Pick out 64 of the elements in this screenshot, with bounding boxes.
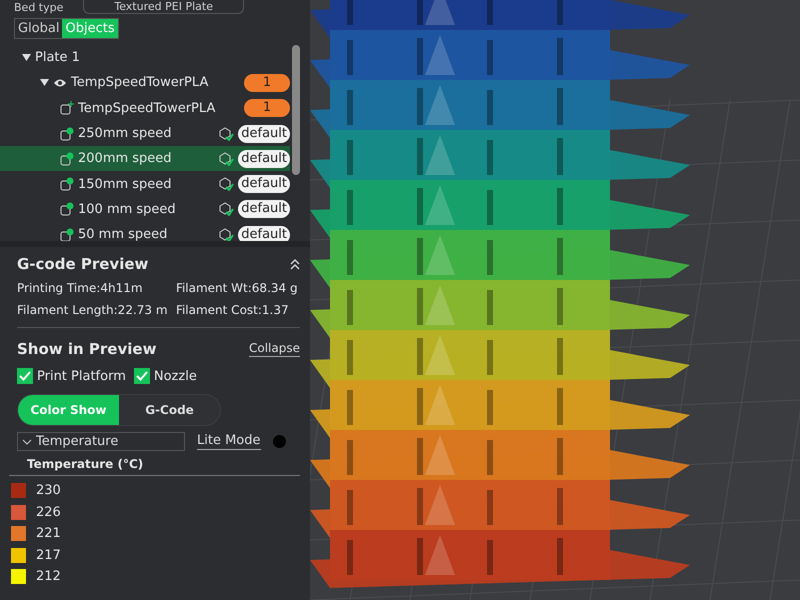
bed-type-label: Bed type [14,0,64,14]
tree-row[interactable]: Plate 1 [0,45,290,70]
legend-title: Temperature (°C) [9,451,300,476]
tree-row[interactable]: TempSpeedTowerPLA 1 [0,96,290,121]
legend-value: 212 [36,569,61,584]
section-title: G-code Preview [17,255,148,273]
legend-value: 221 [36,526,61,542]
collapse-icon[interactable] [290,258,300,270]
tree-row[interactable]: 200mm speed default [0,146,290,172]
stat-text: Printing Time:4h11m [17,281,144,295]
part-icon [60,101,74,116]
stat-text: Filament Length:22.73 m [17,303,169,317]
tree-item-label: Plate 1 [35,50,80,66]
tree-row[interactable]: 50 mm speed default [0,222,290,241]
checkbox[interactable] [17,368,33,384]
bed-type-dropdown[interactable]: Textured PEI Plate [83,0,244,14]
mode-tab[interactable]: G-Code [119,395,220,425]
cube-check-icon[interactable] [218,177,234,192]
tree-item-label: 100 mm speed [78,202,176,217]
tab[interactable]: Global [15,19,62,38]
tree-item-label: TempSpeedTowerPLA [78,100,216,116]
tree-item-label: 250mm speed [78,126,172,142]
color-scheme-dropdown[interactable]: Temperature [17,432,185,451]
lite-mode-link[interactable]: Lite Mode [197,433,261,450]
legend-value: 230 [36,483,61,498]
filament-badge[interactable]: 1 [244,99,290,118]
modifier-icon [60,177,74,192]
tree-row[interactable]: 150mm speed default [0,171,290,197]
process-badge[interactable]: default [238,150,290,168]
scrollbar[interactable] [292,45,300,175]
cube-check-icon[interactable] [218,228,234,241]
stat-text: Filament Cost:1.37 [176,303,290,317]
filament-badge[interactable]: 1 [244,74,290,92]
modifier-icon [60,228,74,241]
section-title: Show in Preview [17,340,156,358]
checkbox-label: Print Platform [37,368,126,384]
tree-item-label: TempSpeedTowerPLA [71,75,208,90]
tree-row[interactable]: TempSpeedTowerPLA 1 [0,70,290,96]
tree-item-label: 150mm speed [78,176,172,192]
cube-check-icon[interactable] [218,126,234,141]
expand-toggle-icon[interactable] [40,78,49,88]
modifier-icon [60,152,74,166]
tree-item-label: 50 mm speed [78,227,168,241]
legend-value: 217 [36,548,61,563]
process-badge[interactable]: default [238,124,290,143]
chevron-down-icon [22,438,32,444]
tree-item-label: 200mm speed [78,151,172,166]
collapse-link[interactable]: Collapse [249,341,300,357]
modifier-icon [60,126,74,141]
cube-check-icon[interactable] [218,202,234,216]
expand-toggle-icon[interactable] [22,53,31,62]
cube-check-icon[interactable] [218,152,234,166]
lite-mode-toggle[interactable] [272,435,286,448]
eye-icon[interactable] [53,78,67,88]
stat-text: Filament Wt:68.34 g [176,281,299,295]
legend-value: 226 [36,504,61,520]
process-badge[interactable]: default [238,226,290,241]
tree-row[interactable]: 100 mm speed default [0,196,290,222]
checkbox[interactable] [134,368,150,384]
checkbox-label: Nozzle [154,368,197,384]
process-badge[interactable]: default [238,175,290,194]
process-badge[interactable]: default [238,200,290,218]
tree-row[interactable]: 250mm speed default [0,120,290,146]
modifier-icon [60,202,74,216]
